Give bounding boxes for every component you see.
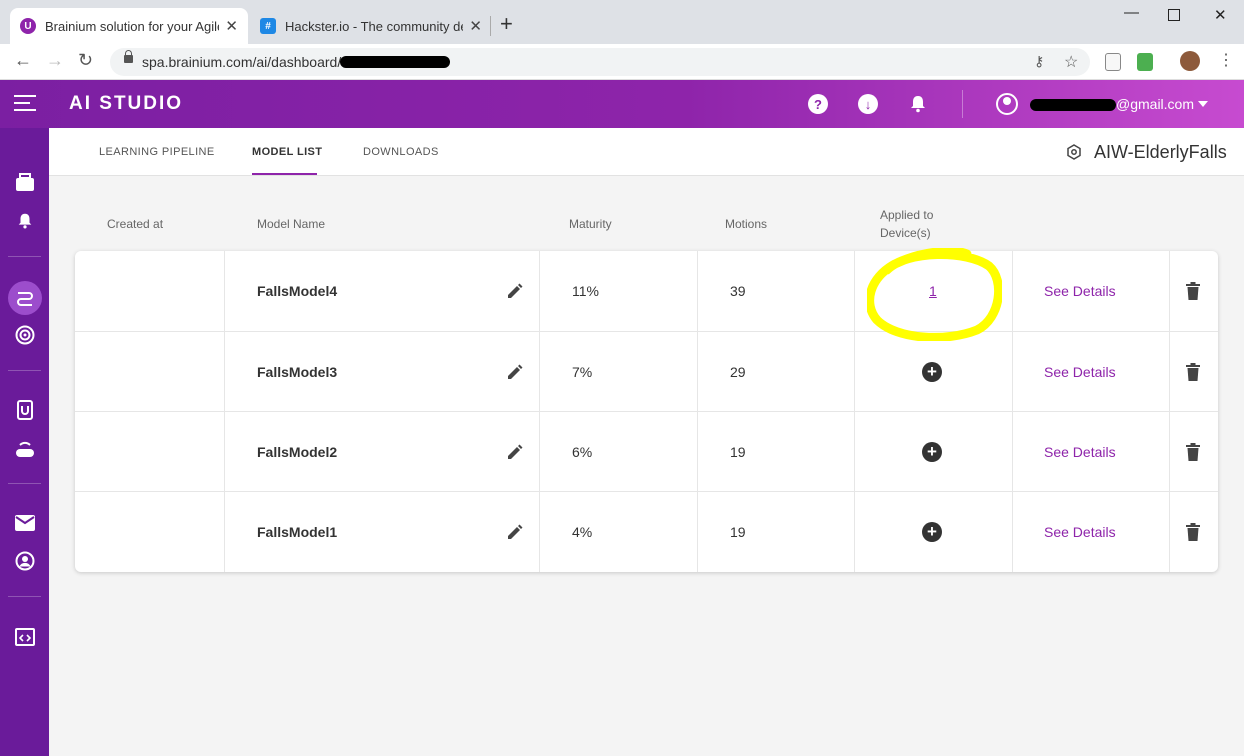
device-icon[interactable] (14, 399, 36, 421)
table-row[interactable]: FallsModel1 4% 19 + See Details (75, 491, 1218, 572)
delete-trash-icon[interactable] (1186, 282, 1200, 300)
close-window-icon[interactable]: ✕ (1214, 6, 1227, 24)
sidebar-divider (8, 370, 41, 371)
brainium-favicon-icon: U (20, 18, 36, 34)
motions-value: 19 (730, 444, 746, 460)
motions-value: 29 (730, 364, 746, 380)
user-account-icon[interactable] (996, 93, 1018, 115)
model-name: FallsModel4 (257, 283, 338, 299)
redaction-mark (1030, 99, 1116, 112)
profile-avatar[interactable] (1180, 51, 1200, 71)
gateway-icon[interactable] (14, 438, 36, 460)
sidebar-divider (8, 256, 41, 257)
url-text: spa.brainium.com/ai/dashboard/ (142, 54, 342, 70)
maximize-icon[interactable] (1168, 9, 1180, 21)
app-logo: AI STUDIO (69, 93, 184, 114)
browser-tab-brainium[interactable]: U Brainium solution for your Agile ✕ (10, 8, 248, 44)
column-header-model-name: Model Name (257, 217, 326, 231)
user-email[interactable]: @gmail.com (1030, 96, 1194, 112)
left-sidebar (0, 128, 49, 756)
account-circle-icon[interactable] (14, 550, 36, 572)
sub-navigation: LEARNING PIPELINE MODEL LIST DOWNLOADS A… (49, 128, 1244, 176)
delete-trash-icon[interactable] (1186, 363, 1200, 381)
download-icon[interactable]: ↓ (858, 94, 878, 114)
motions-value: 39 (730, 283, 746, 299)
target-icon[interactable] (14, 324, 36, 346)
model-name: FallsModel2 (257, 444, 338, 460)
minimize-icon[interactable]: — (1124, 4, 1139, 21)
project-name: AIW-ElderlyFalls (1094, 142, 1227, 162)
help-icon[interactable]: ? (808, 94, 828, 114)
forward-arrow-icon[interactable]: → (46, 50, 64, 71)
project-hexagon-icon (1067, 144, 1081, 160)
ai-pipeline-icon[interactable] (14, 287, 36, 309)
table-row[interactable]: FallsModel3 7% 29 + See Details (75, 331, 1218, 411)
table-row[interactable]: FallsModel4 11% 39 1 See Details (75, 251, 1218, 331)
sidebar-divider (8, 596, 41, 597)
key-icon[interactable]: ⚷ (1034, 53, 1044, 70)
reload-icon[interactable]: ↻ (78, 50, 93, 71)
tab-model-list[interactable]: MODEL LIST (252, 146, 322, 158)
redaction-mark (340, 56, 450, 68)
notification-bell-icon[interactable] (908, 94, 928, 114)
edit-pencil-icon[interactable] (506, 363, 524, 381)
tab-title: Brainium solution for your Agile (45, 18, 220, 34)
motions-value: 19 (730, 524, 746, 540)
star-icon[interactable]: ☆ (1064, 52, 1078, 72)
column-header-maturity: Maturity (569, 217, 612, 231)
see-details-link[interactable]: See Details (1044, 332, 1116, 412)
active-tab-indicator (252, 173, 317, 175)
delete-trash-icon[interactable] (1186, 523, 1200, 541)
close-tab-icon[interactable]: ✕ (225, 17, 238, 35)
mail-icon[interactable] (14, 512, 36, 534)
maturity-value: 7% (572, 364, 593, 380)
close-tab-icon[interactable]: ✕ (469, 17, 482, 35)
extension-icon[interactable] (1137, 53, 1153, 71)
email-suffix: @gmail.com (1116, 96, 1195, 112)
see-details-link[interactable]: See Details (1044, 492, 1116, 572)
code-window-icon[interactable] (14, 626, 36, 648)
model-name: FallsModel1 (257, 524, 338, 540)
see-details-link[interactable]: See Details (1044, 251, 1116, 331)
column-header-motions: Motions (725, 217, 768, 231)
see-details-link[interactable]: See Details (1044, 412, 1116, 492)
yellow-highlight-circle (867, 248, 1002, 341)
tab-title: Hackster.io - The community ded (285, 18, 464, 34)
sidebar-divider (8, 483, 41, 484)
browser-tab-hackster[interactable]: # Hackster.io - The community ded ✕ (252, 8, 490, 44)
account-dropdown-caret-icon[interactable] (1198, 101, 1208, 107)
new-tab-button[interactable]: + (500, 13, 513, 35)
menu-kebab-icon[interactable]: ⋮ (1218, 50, 1234, 70)
briefcase-icon[interactable] (14, 172, 36, 194)
hackster-favicon-icon: # (260, 18, 276, 34)
header-divider (962, 90, 963, 118)
model-name: FallsModel3 (257, 364, 338, 380)
maturity-value: 6% (572, 444, 593, 460)
edit-pencil-icon[interactable] (506, 523, 524, 541)
column-header-applied-devices: Applied to Device(s) (880, 208, 934, 240)
maturity-value: 11% (572, 283, 599, 299)
edit-pencil-icon[interactable] (506, 443, 524, 461)
delete-trash-icon[interactable] (1186, 443, 1200, 461)
browser-tab-bar: U Brainium solution for your Agile ✕ # H… (0, 0, 1244, 44)
tab-downloads[interactable]: DOWNLOADS (363, 146, 439, 158)
edit-pencil-icon[interactable] (506, 282, 524, 300)
back-arrow-icon[interactable]: ← (14, 50, 32, 71)
hamburger-menu-icon[interactable] (14, 95, 36, 111)
app-header: AI STUDIO ? ↓ @gmail.com (0, 80, 1244, 128)
alert-bell-icon[interactable] (14, 210, 36, 232)
model-table: FallsModel4 11% 39 1 See Details FallsMo… (75, 251, 1218, 572)
add-device-icon[interactable]: + (922, 362, 942, 382)
lock-icon (124, 50, 133, 63)
maturity-value: 4% (572, 524, 593, 540)
url-field[interactable]: spa.brainium.com/ai/dashboard/ ⚷ ☆ (110, 48, 1090, 76)
add-device-icon[interactable]: + (922, 522, 942, 542)
tab-divider (490, 16, 491, 36)
add-device-icon[interactable]: + (922, 442, 942, 462)
table-row[interactable]: FallsModel2 6% 19 + See Details (75, 411, 1218, 491)
tab-learning-pipeline[interactable]: LEARNING PIPELINE (99, 146, 215, 158)
address-bar: ← → ↻ spa.brainium.com/ai/dashboard/ ⚷ ☆… (0, 44, 1244, 80)
document-extension-icon[interactable] (1105, 53, 1121, 71)
column-header-created-at: Created at (107, 217, 164, 231)
